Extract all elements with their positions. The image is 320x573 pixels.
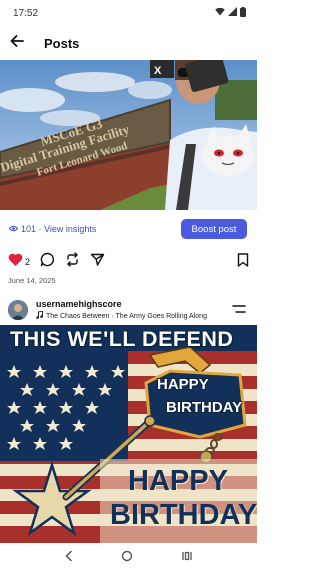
comment-icon xyxy=(40,252,55,272)
back-nav-icon[interactable] xyxy=(64,549,74,567)
user-block: usernamehighscore The Chaos Between · Th… xyxy=(36,299,229,321)
big-text-line-1: HAPPY xyxy=(128,465,228,497)
music-text: The Chaos Between · The Army Goes Rollin… xyxy=(46,312,207,320)
status-icons xyxy=(215,6,246,20)
eye-icon xyxy=(8,224,19,234)
status-time: 17:52 xyxy=(13,7,39,19)
badge-line-2: BIRTHDAY xyxy=(166,399,243,416)
battery-icon xyxy=(240,6,246,20)
avatar[interactable] xyxy=(8,300,28,320)
repost-icon xyxy=(65,252,80,272)
arrow-left-icon xyxy=(10,34,24,52)
username[interactable]: usernamehighscore xyxy=(36,299,229,309)
like-count: 2 xyxy=(25,257,31,267)
home-nav-icon[interactable] xyxy=(121,549,133,567)
bookmark-icon xyxy=(237,252,249,272)
menu-icon xyxy=(232,301,246,319)
signal-icon xyxy=(228,7,237,19)
big-text-line-2: BIRTHDAY xyxy=(110,499,257,531)
insights-row: 101 · View insights Boost post xyxy=(0,213,257,245)
page-title: Posts xyxy=(44,35,80,51)
view-insights-link[interactable]: 101 · View insights xyxy=(8,224,97,234)
like-button[interactable]: 2 xyxy=(8,253,30,272)
system-nav-bar xyxy=(0,543,257,573)
comment-button[interactable] xyxy=(40,252,55,272)
insights-text: 101 · View insights xyxy=(21,224,97,234)
recents-nav-icon[interactable] xyxy=(181,549,193,567)
status-bar: 17:52 xyxy=(0,0,257,26)
post-header: usernamehighscore The Chaos Between · Th… xyxy=(0,293,257,327)
wifi-icon xyxy=(215,7,225,19)
bookmark-button[interactable] xyxy=(237,252,249,272)
graphic-headline: THIS WE'LL DEFEND xyxy=(10,327,234,351)
badge-line-1: HAPPY xyxy=(157,376,209,393)
share-button[interactable] xyxy=(90,252,105,272)
app-header: Posts xyxy=(0,26,257,60)
post-actions: 2 xyxy=(0,250,257,274)
boost-post-button[interactable]: Boost post xyxy=(181,219,247,239)
music-line[interactable]: The Chaos Between · The Army Goes Rollin… xyxy=(36,311,229,321)
post-graphic[interactable]: THIS WE'LL DEFEND HAPPY BIRTHDAY HAPPY B… xyxy=(0,325,257,543)
svg-text:X: X xyxy=(154,65,162,77)
repost-button[interactable] xyxy=(65,252,80,272)
share-icon xyxy=(90,252,105,272)
post-menu-button[interactable] xyxy=(229,300,249,320)
post-photo[interactable]: MSCoE G3 Digital Training Facility Fort … xyxy=(0,60,257,210)
music-note-icon xyxy=(36,311,43,321)
post-date: June 14, 2025 xyxy=(8,276,56,285)
heart-icon xyxy=(8,253,23,272)
back-button[interactable] xyxy=(0,26,34,60)
